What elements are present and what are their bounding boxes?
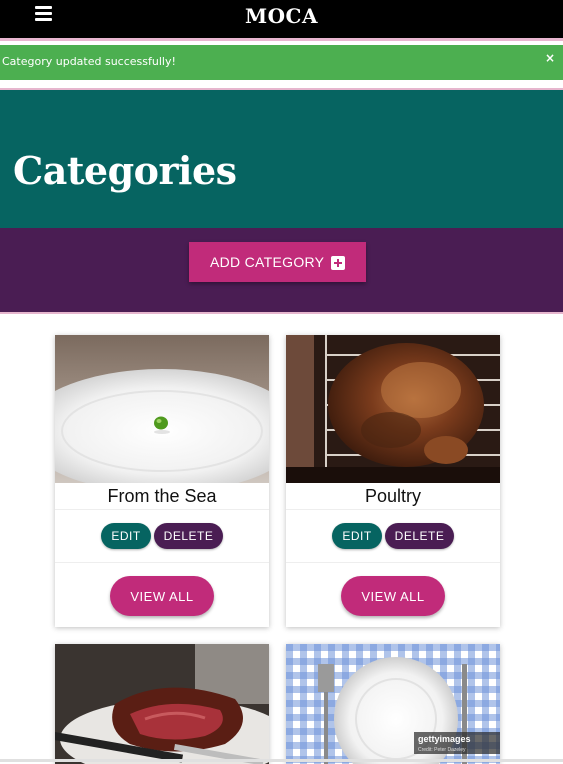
category-title: From the Sea (55, 483, 269, 510)
view-all-button[interactable]: VIEW ALL (341, 576, 445, 616)
category-title: Poultry (286, 483, 500, 510)
card-actions: EDIT DELETE (286, 510, 500, 563)
top-navbar: MOCA (0, 0, 563, 38)
category-image-plate-with-pea[interactable] (55, 335, 269, 483)
page-header: Categories (0, 88, 563, 228)
category-card: gettyimages Credit: Peter Dazeley (286, 644, 500, 764)
category-card: Poultry EDIT DELETE VIEW ALL (286, 335, 500, 627)
nav-divider (0, 38, 563, 41)
delete-button[interactable]: DELETE (385, 523, 454, 549)
view-all-button[interactable]: VIEW ALL (110, 576, 214, 616)
getty-watermark-graphic: gettyimages Credit: Peter Dazeley (418, 734, 471, 753)
edit-button[interactable]: EDIT (101, 523, 151, 549)
category-card: From the Sea EDIT DELETE VIEW ALL (55, 335, 269, 627)
category-image-roast-turkey[interactable] (286, 335, 500, 483)
category-image-steak[interactable] (55, 644, 269, 764)
getty-images-watermark: gettyimages Credit: Peter Dazeley (414, 732, 500, 754)
page-title: Categories (13, 148, 237, 193)
brand-logo[interactable]: MOCA (0, 4, 563, 28)
plus-square-icon (331, 256, 345, 270)
delete-button[interactable]: DELETE (154, 523, 223, 549)
alert-message: Category updated successfully! (2, 55, 176, 68)
card-actions: EDIT DELETE (55, 510, 269, 563)
edit-button[interactable]: EDIT (332, 523, 382, 549)
add-category-label: ADD CATEGORY (210, 254, 325, 270)
svg-text:Credit: Peter Dazeley: Credit: Peter Dazeley (418, 747, 466, 753)
svg-text:gettyimages: gettyimages (418, 734, 471, 744)
success-alert: Category updated successfully! × (0, 45, 563, 80)
add-category-button[interactable]: ADD CATEGORY (189, 242, 366, 282)
category-card (55, 644, 269, 764)
alert-close-icon[interactable]: × (545, 51, 555, 65)
